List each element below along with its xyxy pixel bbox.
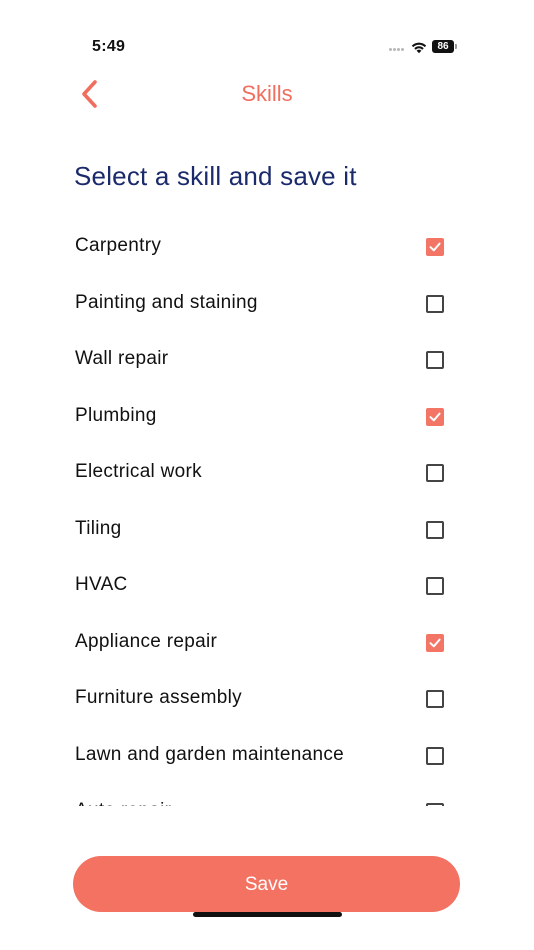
- checkbox-unchecked[interactable]: [426, 577, 444, 595]
- skill-label: Carpentry: [75, 235, 162, 256]
- skill-row[interactable]: Lawn and garden maintenance: [74, 729, 460, 785]
- save-button[interactable]: Save: [73, 856, 460, 912]
- home-indicator: [193, 912, 342, 917]
- checkbox-checked[interactable]: [426, 238, 444, 256]
- cellular-signal-icon: [389, 48, 405, 52]
- skill-label: Electrical work: [75, 461, 202, 482]
- skill-label: Auto repair: [75, 800, 171, 806]
- battery-tip: [455, 44, 457, 49]
- skill-row[interactable]: Wall repair: [74, 333, 460, 389]
- skill-label: Tiling: [75, 517, 122, 539]
- checkbox-unchecked[interactable]: [426, 803, 444, 806]
- skill-row[interactable]: Tiling: [74, 503, 460, 559]
- skill-row[interactable]: Appliance repair: [74, 616, 460, 672]
- checkbox-checked[interactable]: [426, 633, 444, 652]
- status-time: 5:49: [92, 38, 126, 55]
- wifi-icon: [411, 42, 427, 54]
- checkbox-unchecked[interactable]: [426, 746, 444, 765]
- checkbox-checked[interactable]: [426, 407, 444, 426]
- skill-row[interactable]: Furniture assembly: [74, 672, 460, 728]
- skill-row[interactable]: Plumbing: [74, 390, 460, 446]
- skill-label: Wall repair: [75, 348, 169, 369]
- page-title: Skills: [241, 81, 293, 106]
- skill-label: Lawn and garden maintenance: [75, 743, 345, 765]
- skill-label: Appliance repair: [75, 630, 218, 652]
- section-heading: Select a skill and save it: [74, 161, 357, 191]
- checkmark-icon: [429, 412, 441, 421]
- skill-row[interactable]: Painting and staining: [74, 277, 460, 333]
- checkbox-unchecked[interactable]: [426, 464, 444, 482]
- skill-list[interactable]: Carpentry Painting and staining Wall repai…: [0, 220, 534, 806]
- checkbox-unchecked[interactable]: [426, 351, 444, 369]
- checkmark-icon: [429, 242, 441, 252]
- skill-label: Plumbing: [75, 404, 157, 426]
- checkbox-unchecked[interactable]: [426, 520, 444, 539]
- skill-row[interactable]: Electrical work: [74, 446, 460, 502]
- skill-row[interactable]: Auto repair: [74, 785, 460, 806]
- skill-label: HVAC: [75, 574, 128, 595]
- skill-row[interactable]: Carpentry: [74, 220, 460, 276]
- skill-row[interactable]: HVAC: [74, 559, 460, 615]
- checkbox-unchecked[interactable]: [426, 294, 444, 313]
- skill-label: Painting and staining: [75, 291, 258, 313]
- skill-label: Furniture assembly: [75, 687, 242, 708]
- battery-icon: 86: [432, 40, 454, 53]
- checkbox-unchecked[interactable]: [426, 690, 444, 708]
- checkmark-icon: [429, 638, 441, 647]
- status-bar: 5:49 86: [0, 0, 534, 60]
